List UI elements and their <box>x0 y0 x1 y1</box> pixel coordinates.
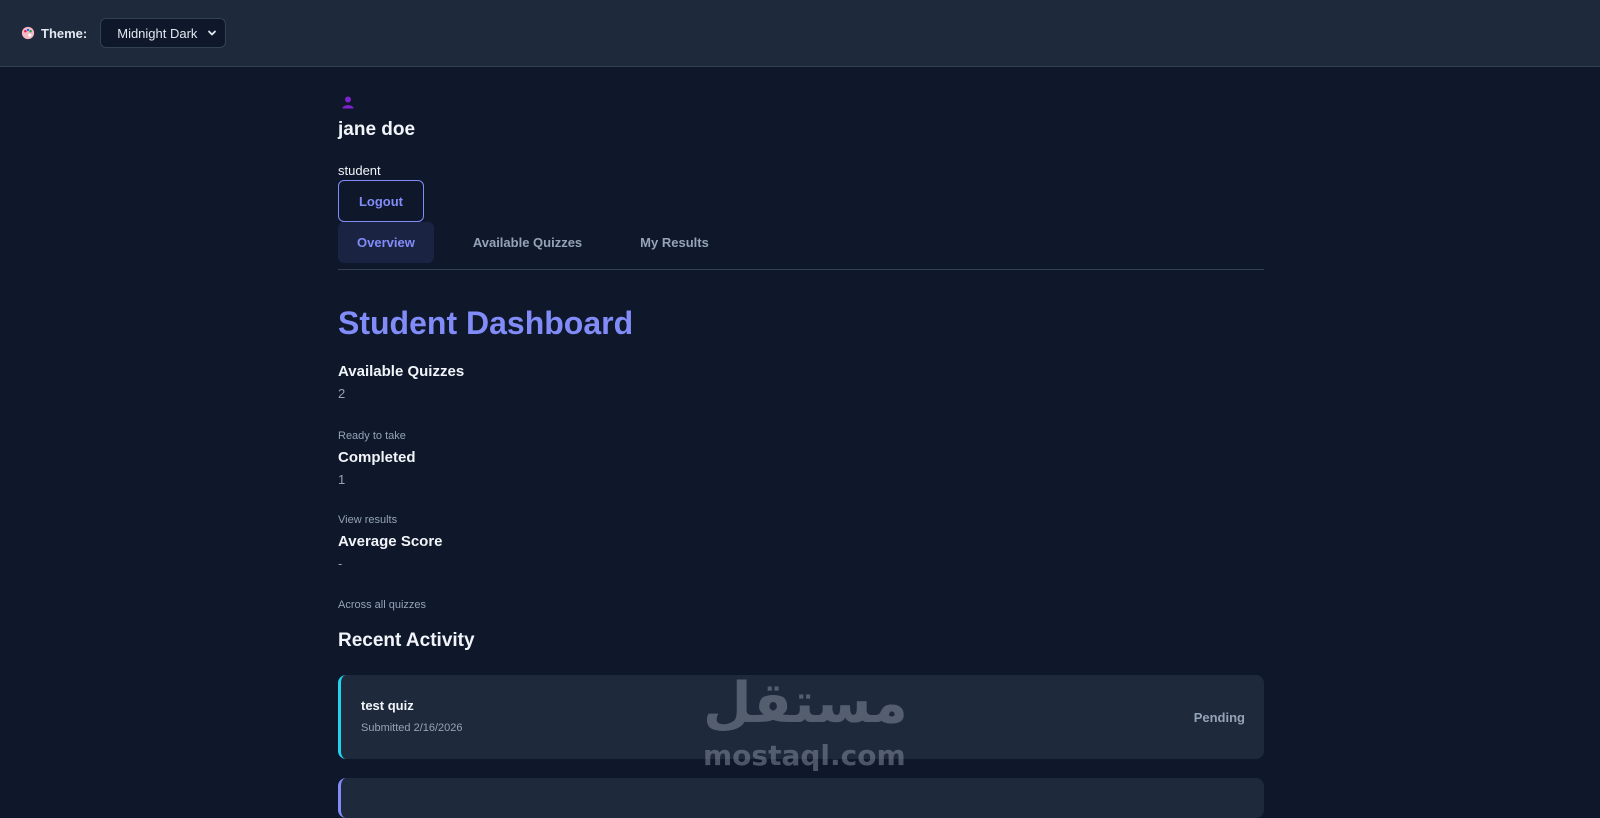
page-title: Student Dashboard <box>338 305 634 341</box>
tab-bar: Overview Available Quizzes My Results <box>338 222 1264 270</box>
logout-button[interactable]: Logout <box>338 180 424 222</box>
activity-item[interactable] <box>338 778 1264 818</box>
stat-available-quizzes: Available Quizzes 2 <box>338 363 464 401</box>
tab-overview[interactable]: Overview <box>338 222 434 263</box>
user-role: student <box>338 163 381 178</box>
chevron-down-icon <box>208 30 217 36</box>
stat-average-score: Average Score - <box>338 533 443 571</box>
theme-label-group: Theme: <box>21 26 87 41</box>
stat-value: - <box>338 556 343 571</box>
activity-submitted-date: Submitted 2/16/2026 <box>361 722 463 734</box>
stat-label: Average Score <box>338 533 443 550</box>
stat-label: Available Quizzes <box>338 363 465 380</box>
theme-label: Theme: <box>41 25 88 41</box>
stat-value: 2 <box>338 386 346 401</box>
user-name: jane doe <box>338 119 416 140</box>
activity-title: test quiz <box>361 698 414 713</box>
stat-completed: Completed 1 <box>338 449 416 487</box>
stat-value: 1 <box>338 472 346 487</box>
theme-select-value: Midnight Dark <box>117 25 198 41</box>
recent-activity-title: Recent Activity <box>338 630 475 651</box>
activity-status-badge: Pending <box>1193 710 1245 725</box>
theme-select[interactable]: Midnight Dark <box>100 18 227 48</box>
stat-label: Completed <box>338 449 416 466</box>
stat-description: Across all quizzes <box>338 599 427 611</box>
stat-description: View results <box>338 514 398 526</box>
activity-item[interactable]: test quiz Submitted 2/16/2026 Pending <box>338 675 1264 759</box>
tab-my-results[interactable]: My Results <box>621 222 728 263</box>
stat-description: Ready to take <box>338 430 406 442</box>
palette-icon <box>21 26 35 40</box>
user-icon <box>342 96 354 109</box>
tab-available-quizzes[interactable]: Available Quizzes <box>454 222 601 263</box>
top-bar: Theme: Midnight Dark <box>0 0 1600 67</box>
